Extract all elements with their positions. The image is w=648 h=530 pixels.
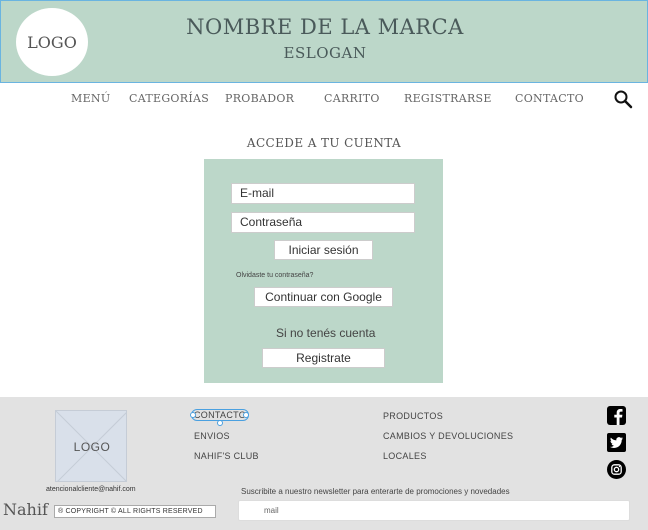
twitter-icon[interactable]: [607, 433, 626, 452]
copyright-notice: ® COPYRIGHT © ALL RIGHTS RESERVED: [54, 505, 216, 518]
forgot-password-link[interactable]: Olvidaste tu contraseña?: [236, 272, 313, 279]
brand-name: NOMBRE DE LA MARCA: [186, 15, 464, 39]
google-login-button[interactable]: Continuar con Google: [254, 287, 393, 307]
instagram-icon[interactable]: [607, 460, 626, 479]
facebook-icon[interactable]: [607, 406, 626, 425]
selection-handle-right: [243, 412, 249, 418]
selection-handle-left: [190, 412, 196, 418]
newsletter-mail-input[interactable]: mail: [238, 500, 630, 521]
login-title: ACCEDE A TU CUENTA: [246, 136, 402, 150]
footer-link-envios[interactable]: ENVIOS: [194, 431, 230, 441]
search-icon[interactable]: [613, 89, 633, 109]
footer-link-locales[interactable]: LOCALES: [383, 451, 427, 461]
footer-link-nahifs-club[interactable]: NAHIF'S CLUB: [194, 451, 259, 461]
support-email[interactable]: atencionalcliente@nahif.com: [46, 486, 136, 493]
email-field[interactable]: E-mail: [231, 183, 415, 204]
slogan: ESLOGAN: [283, 44, 367, 62]
header: LOGO NOMBRE DE LA MARCA ESLOGAN: [0, 0, 648, 83]
nav-item-registrarse[interactable]: REGISTRARSE: [404, 92, 492, 105]
nav-item-menu[interactable]: MENÚ: [71, 92, 110, 105]
footer-logo: LOGO: [55, 410, 127, 482]
footer-link-contacto[interactable]: CONTACTO: [190, 409, 250, 421]
newsletter-text: Suscribite a nuestro newsletter para ent…: [241, 487, 510, 496]
login-panel: E-mail Contraseña Iniciar sesión Olvidas…: [204, 159, 443, 383]
login-button[interactable]: Iniciar sesión: [274, 240, 373, 260]
no-account-text: Si no tenés cuenta: [276, 326, 376, 340]
footer-link-cambios[interactable]: CAMBIOS Y DEVOLUCIONES: [383, 431, 513, 441]
nav-item-categorias[interactable]: CATEGORÍAS: [129, 92, 209, 105]
footer-brand: Nahif: [3, 500, 48, 519]
nav-item-contacto[interactable]: CONTACTO: [515, 92, 584, 105]
nav-item-probador[interactable]: PROBADOR: [225, 92, 294, 105]
nav-item-carrito[interactable]: CARRITO: [324, 92, 380, 105]
footer-link-productos[interactable]: PRODUCTOS: [383, 411, 443, 421]
selection-handle-bottom: [217, 420, 223, 426]
password-field[interactable]: Contraseña: [231, 212, 415, 233]
footer-logo-text: LOGO: [73, 440, 111, 454]
register-button[interactable]: Registrate: [262, 348, 385, 368]
